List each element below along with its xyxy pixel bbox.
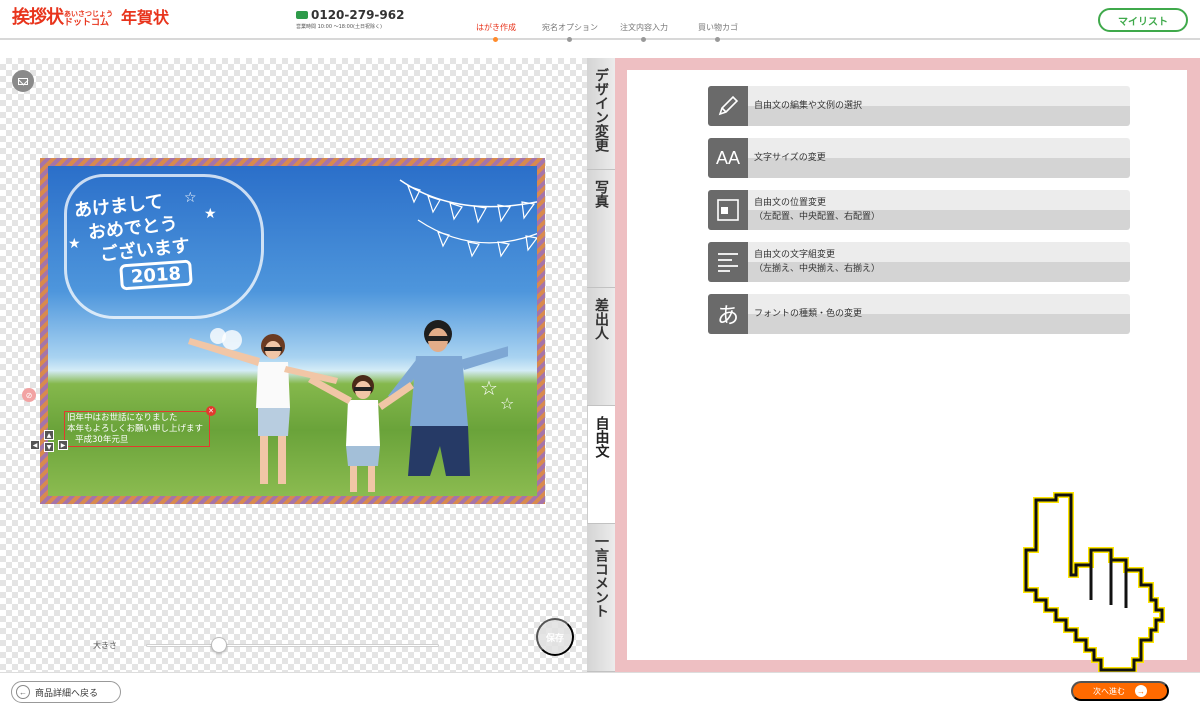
freedial-icon bbox=[296, 11, 308, 19]
font-type-icon: あ bbox=[708, 294, 748, 334]
step-create-card: はがき作成 bbox=[464, 22, 528, 42]
tab-design-change[interactable]: デザイン変更 bbox=[587, 58, 615, 170]
site-logo[interactable]: 挨拶状 あいさつじょう ドットコム 年賀状 bbox=[12, 8, 169, 28]
move-down-icon[interactable]: ▼ bbox=[44, 442, 54, 452]
save-button[interactable]: 保存 bbox=[536, 618, 574, 656]
step-cart: 買い物カゴ bbox=[686, 22, 750, 42]
phone-number: 0120-279-962 bbox=[311, 8, 405, 22]
move-right-icon[interactable]: ▶ bbox=[58, 440, 68, 450]
font-size-icon: AA bbox=[708, 138, 748, 178]
mylist-button[interactable]: マイリスト bbox=[1098, 8, 1188, 32]
step-dot bbox=[493, 37, 498, 42]
star-icon: ★ bbox=[68, 236, 81, 252]
card-frame: あけまして おめでとう ございます 2018 ☆ ★ ★ ☆ ☆ bbox=[40, 158, 545, 504]
message-line-1: 旧年中はお世話になりました bbox=[67, 413, 178, 423]
arrow-right-icon: → bbox=[1135, 685, 1147, 697]
arrow-left-icon: ← bbox=[16, 685, 30, 699]
edit-tabs: デザイン変更 写真 差出人 自由文 一言コメント bbox=[587, 58, 615, 672]
step-address-option: 宛名オプション bbox=[538, 22, 602, 42]
position-icon bbox=[708, 190, 748, 230]
family-people bbox=[188, 320, 508, 492]
phone-info: 0120-279-962 営業時間 10:00 ～18:00(土日祝除く) bbox=[296, 8, 404, 30]
next-step-button[interactable]: 次へ進む → bbox=[1071, 681, 1169, 701]
logo-main: 挨拶状 bbox=[12, 7, 64, 28]
message-line-3: 平成30年元旦 bbox=[75, 435, 129, 445]
logo-dot: ドットコム bbox=[64, 18, 110, 28]
step-order-input: 注文内容入力 bbox=[612, 22, 676, 42]
menu-edit-text[interactable]: 自由文の編集や文例の選択 bbox=[708, 86, 1130, 126]
star-icon: ☆ bbox=[184, 190, 197, 206]
close-icon[interactable]: ✕ bbox=[206, 406, 216, 416]
menu-text-position[interactable]: 自由文の位置変更 （左配置、中央配置、右配置） bbox=[708, 190, 1130, 230]
pointing-hand-icon bbox=[1023, 492, 1165, 673]
step-dot bbox=[641, 37, 646, 42]
tab-free-text[interactable]: 自由文 bbox=[587, 406, 615, 524]
size-label: 大きさ bbox=[93, 641, 117, 650]
header: 挨拶状 あいさつじょう ドットコム 年賀状 0120-279-962 営業時間 … bbox=[0, 0, 1200, 42]
pencil-icon bbox=[708, 86, 748, 126]
menu-text-alignment[interactable]: 自由文の文字組変更 （左揃え、中央揃え、右揃え） bbox=[708, 242, 1130, 282]
footer: ← 商品詳細へ戻る 次へ進む → bbox=[0, 672, 1200, 708]
size-slider-track[interactable] bbox=[146, 644, 439, 647]
step-dot bbox=[715, 37, 720, 42]
mail-icon[interactable] bbox=[12, 70, 34, 92]
message-line-2: 本年もよろしくお願い申し上げます bbox=[67, 424, 204, 434]
align-icon bbox=[708, 242, 748, 282]
star-icon: ★ bbox=[204, 206, 217, 222]
bunting-decoration bbox=[399, 179, 537, 258]
logo-nenga: 年賀状 bbox=[121, 8, 170, 27]
card-editor-canvas: あけまして おめでとう ございます 2018 ☆ ★ ★ ☆ ☆ ⊘ bbox=[0, 58, 587, 672]
menu-font-size[interactable]: AA 文字サイズの変更 bbox=[708, 138, 1130, 178]
step-dot bbox=[567, 37, 572, 42]
menu-font-type-color[interactable]: あ フォントの種類・色の変更 bbox=[708, 294, 1130, 334]
tab-photo[interactable]: 写真 bbox=[587, 170, 615, 288]
move-up-icon[interactable]: ▲ bbox=[44, 430, 54, 440]
back-to-product-button[interactable]: ← 商品詳細へ戻る bbox=[11, 681, 121, 703]
phone-hours: 営業時間 10:00 ～18:00(土日祝除く) bbox=[296, 24, 382, 30]
no-pin-icon[interactable]: ⊘ bbox=[22, 388, 36, 402]
tab-short-comment[interactable]: 一言コメント bbox=[587, 524, 615, 672]
message-text-box[interactable]: 旧年中はお世話になりました 本年もよろしくお願い申し上げます 平成30年元旦 bbox=[64, 411, 210, 447]
tab-sender[interactable]: 差出人 bbox=[587, 288, 615, 406]
progress-steps: はがき作成 宛名オプション 注文内容入力 買い物カゴ bbox=[464, 22, 760, 42]
move-left-icon[interactable]: ◀ bbox=[30, 440, 40, 450]
